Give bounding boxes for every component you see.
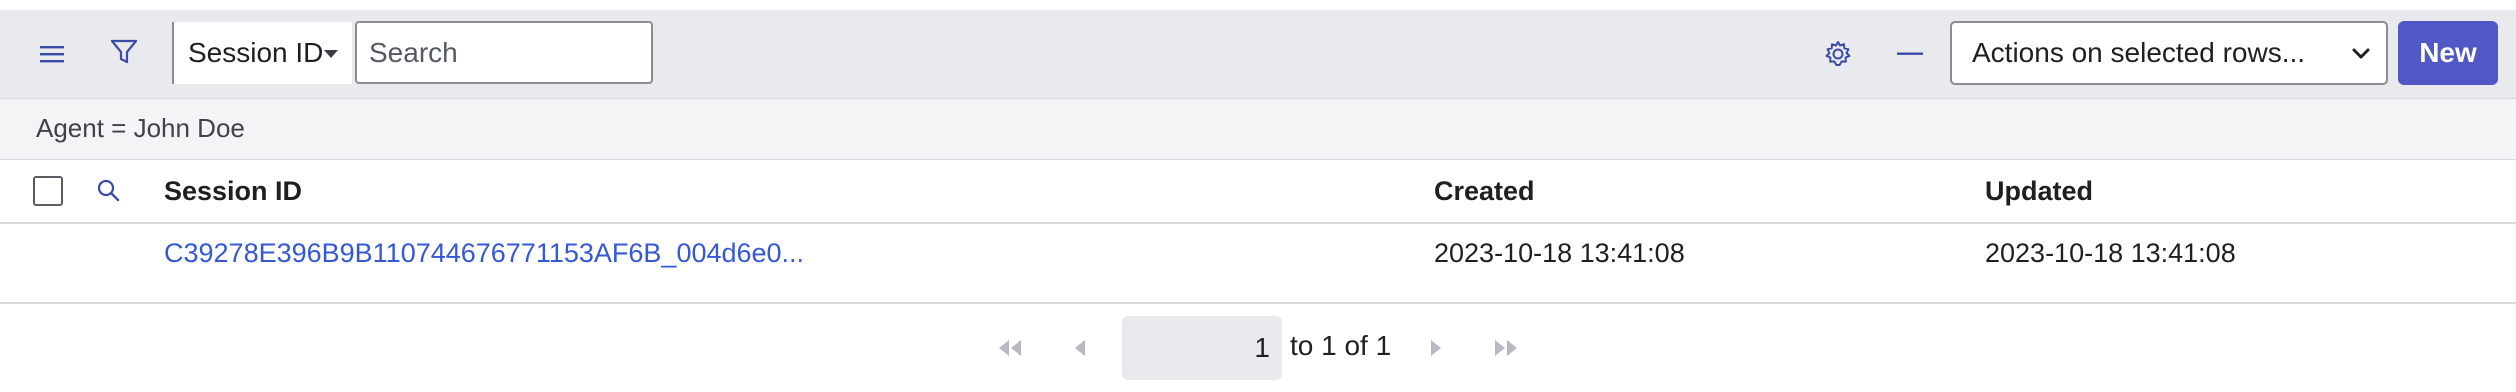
gear-icon[interactable] bbox=[1818, 34, 1858, 74]
search-field-select[interactable]: Session ID bbox=[172, 22, 352, 84]
search-field-select-value: Session ID bbox=[188, 37, 324, 68]
page-range-text: to 1 of 1 bbox=[1290, 330, 1392, 361]
page-number-input[interactable]: 1 bbox=[1122, 316, 1282, 380]
previous-page-icon[interactable] bbox=[1066, 332, 1094, 364]
new-button[interactable]: New bbox=[2398, 21, 2498, 85]
pagination-bar: 1 to 1 of 1 bbox=[0, 304, 2516, 392]
minus-icon[interactable] bbox=[1890, 38, 1930, 70]
column-header-updated[interactable]: Updated bbox=[1985, 176, 2093, 207]
actions-select-value: Actions on selected rows... bbox=[1972, 37, 2306, 68]
first-page-icon[interactable] bbox=[992, 332, 1028, 364]
hamburger-menu-icon[interactable] bbox=[30, 36, 74, 72]
next-page-icon[interactable] bbox=[1422, 332, 1450, 364]
session-id-link[interactable]: C39278E396B9B110744676771153AF6B_004d6e0… bbox=[164, 238, 804, 269]
created-cell: 2023-10-18 13:41:08 bbox=[1434, 238, 1685, 268]
search-input[interactable] bbox=[355, 21, 653, 84]
actions-on-selected-rows-select[interactable]: Actions on selected rows... bbox=[1950, 21, 2388, 85]
table-row: C39278E396B9B110744676771153AF6B_004d6e0… bbox=[0, 224, 2516, 304]
last-page-icon[interactable] bbox=[1488, 332, 1524, 364]
filter-breadcrumb[interactable]: Agent = John Doe bbox=[36, 113, 245, 144]
filter-breadcrumb-bar: Agent = John Doe bbox=[0, 99, 2516, 160]
list-toolbar: Session ID Actions on selected rows... N… bbox=[0, 10, 2516, 99]
select-all-checkbox[interactable] bbox=[33, 176, 63, 206]
table-header-row: Session ID Created Updated bbox=[0, 160, 2516, 224]
column-header-created[interactable]: Created bbox=[1434, 176, 1535, 207]
updated-cell: 2023-10-18 13:41:08 bbox=[1985, 238, 2236, 268]
chevron-down-icon bbox=[2352, 48, 2370, 59]
search-icon[interactable] bbox=[92, 174, 124, 206]
caret-down-icon bbox=[324, 50, 338, 58]
funnel-filter-icon[interactable] bbox=[102, 32, 146, 72]
column-header-session-id[interactable]: Session ID bbox=[164, 176, 302, 207]
current-page-value: 1 bbox=[1254, 332, 1270, 363]
